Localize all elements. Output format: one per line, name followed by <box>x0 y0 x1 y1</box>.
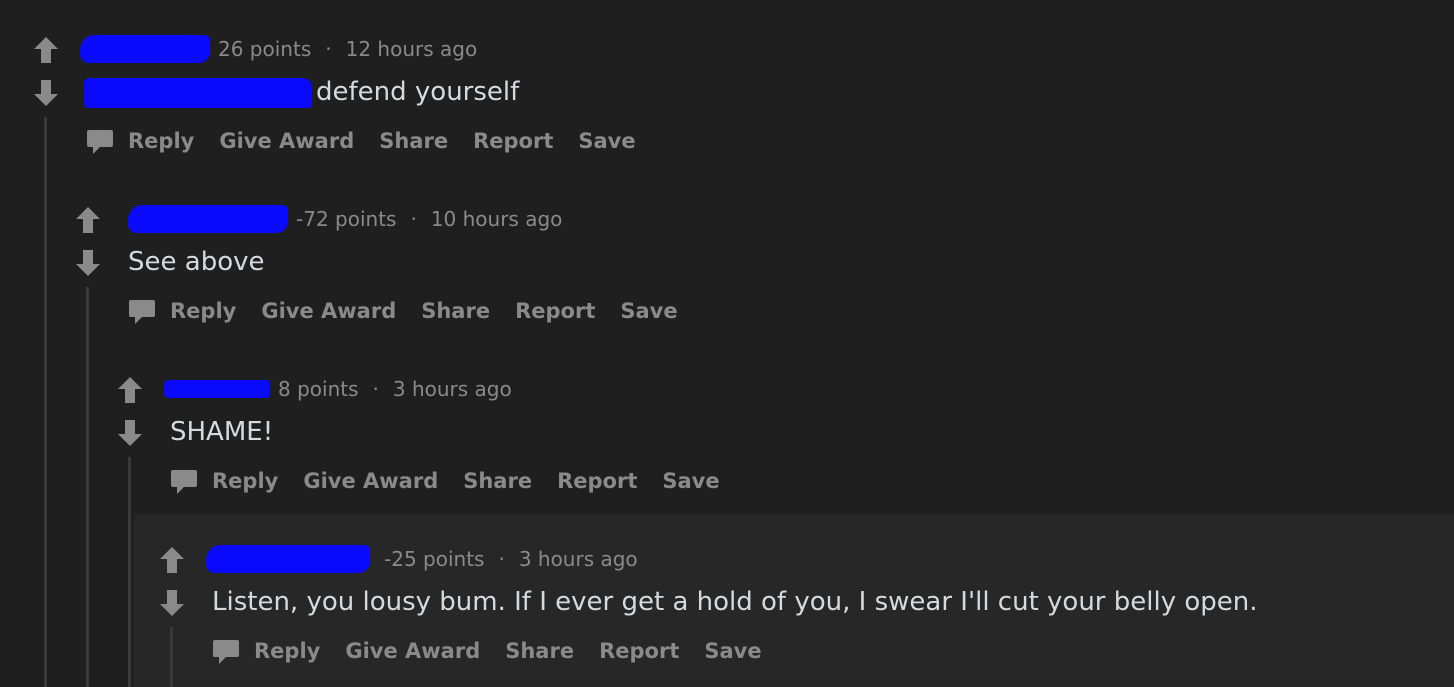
upvote-button[interactable] <box>156 544 188 576</box>
comment-body: defend yourself <box>84 76 519 108</box>
report-button[interactable]: Report <box>557 469 637 493</box>
downvote-button[interactable] <box>72 247 104 279</box>
downvote-button[interactable] <box>30 77 62 109</box>
arrow-down-icon <box>76 250 100 276</box>
report-button[interactable]: Report <box>515 299 595 323</box>
upvote-button[interactable] <box>72 204 104 236</box>
comment-meta: 26 points · 12 hours ago <box>80 34 477 64</box>
comment-text: defend yourself <box>316 77 520 107</box>
comment-actions: Reply Give Award Share Report Save <box>170 465 745 497</box>
comment-body: See above <box>128 246 265 278</box>
points: 26 points <box>218 37 312 61</box>
arrow-up-icon <box>76 207 100 233</box>
give-award-button[interactable]: Give Award <box>345 639 480 663</box>
comment-body: SHAME! <box>170 416 273 448</box>
comment-text: SHAME! <box>170 417 274 447</box>
reply-label: Reply <box>170 299 237 323</box>
comment-meta: -72 points · 10 hours ago <box>128 204 562 234</box>
comment-body: Listen, you lousy bum. If I ever get a h… <box>212 586 1258 618</box>
comment-text: See above <box>128 247 265 277</box>
share-button[interactable]: Share <box>421 299 490 323</box>
author-redacted[interactable] <box>164 380 270 398</box>
author-redacted[interactable] <box>80 35 210 63</box>
share-button[interactable]: Share <box>379 129 448 153</box>
save-button[interactable]: Save <box>662 469 719 493</box>
arrow-down-icon <box>34 80 58 106</box>
author-redacted[interactable] <box>128 205 288 233</box>
points: -72 points <box>296 207 397 231</box>
speech-bubble-icon <box>87 130 113 154</box>
give-award-button[interactable]: Give Award <box>261 299 396 323</box>
points: -25 points <box>384 547 485 571</box>
timestamp[interactable]: 10 hours ago <box>431 207 563 231</box>
report-button[interactable]: Report <box>473 129 553 153</box>
arrow-up-icon <box>160 547 184 573</box>
arrow-down-icon <box>160 590 184 616</box>
comment-actions: Reply Give Award Share Report Save <box>212 635 787 667</box>
thread-line-level-3[interactable] <box>128 457 131 687</box>
reply-button[interactable]: Reply <box>212 637 320 665</box>
arrow-down-icon <box>118 420 142 446</box>
mention-redacted[interactable] <box>84 77 312 108</box>
thread-line-level-2[interactable] <box>86 287 89 687</box>
arrow-up-icon <box>34 37 58 63</box>
author-redacted[interactable] <box>206 545 370 573</box>
comment-meta: -25 points · 3 hours ago <box>206 544 638 574</box>
comment-actions: Reply Give Award Share Report Save <box>128 295 703 327</box>
arrow-up-icon <box>118 377 142 403</box>
reply-label: Reply <box>254 639 321 663</box>
save-button[interactable]: Save <box>620 299 677 323</box>
upvote-button[interactable] <box>30 34 62 66</box>
save-button[interactable]: Save <box>578 129 635 153</box>
points: 8 points <box>278 377 359 401</box>
thread-line-level-1[interactable] <box>44 117 47 687</box>
give-award-button[interactable]: Give Award <box>219 129 354 153</box>
share-button[interactable]: Share <box>505 639 574 663</box>
separator-dot: · <box>372 377 379 401</box>
separator-dot: · <box>410 207 417 231</box>
separator-dot: · <box>498 547 505 571</box>
timestamp[interactable]: 3 hours ago <box>519 547 638 571</box>
downvote-button[interactable] <box>156 587 188 619</box>
reply-button[interactable]: Reply <box>128 297 236 325</box>
comment-text: Listen, you lousy bum. If I ever get a h… <box>212 587 1258 617</box>
save-button[interactable]: Save <box>704 639 761 663</box>
comment-thread: 26 points · 12 hours ago defend yourself… <box>0 0 1454 687</box>
comment-meta: 8 points · 3 hours ago <box>164 374 512 404</box>
give-award-button[interactable]: Give Award <box>303 469 438 493</box>
separator-dot: · <box>325 37 332 61</box>
comment-actions: Reply Give Award Share Report Save <box>86 125 661 157</box>
reply-button[interactable]: Reply <box>170 467 278 495</box>
speech-bubble-icon <box>213 640 239 664</box>
reply-button[interactable]: Reply <box>86 127 194 155</box>
speech-bubble-icon <box>171 470 197 494</box>
upvote-button[interactable] <box>114 374 146 406</box>
report-button[interactable]: Report <box>599 639 679 663</box>
downvote-button[interactable] <box>114 417 146 449</box>
thread-line-level-4[interactable] <box>170 627 173 687</box>
reply-label: Reply <box>128 129 195 153</box>
reply-label: Reply <box>212 469 279 493</box>
share-button[interactable]: Share <box>463 469 532 493</box>
timestamp[interactable]: 3 hours ago <box>393 377 512 401</box>
speech-bubble-icon <box>129 300 155 324</box>
timestamp[interactable]: 12 hours ago <box>346 37 478 61</box>
